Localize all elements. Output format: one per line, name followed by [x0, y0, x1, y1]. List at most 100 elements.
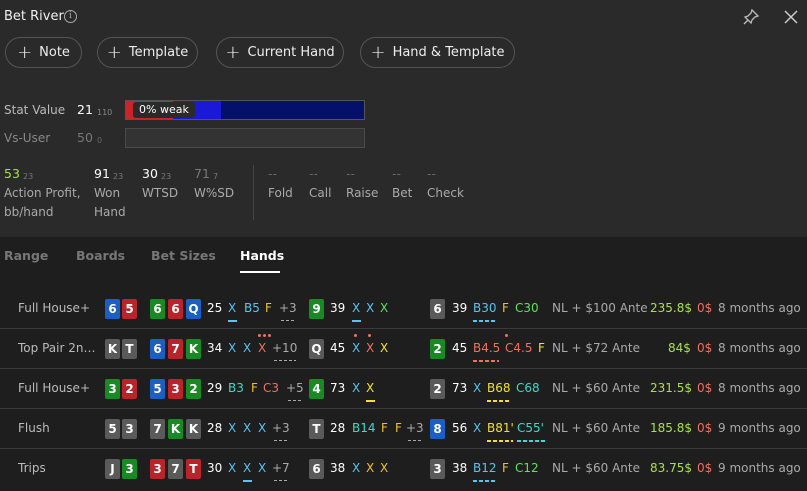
- action-fold-label: Fold: [268, 186, 293, 200]
- rake: 0$: [697, 341, 713, 355]
- turn-action: X: [352, 341, 361, 355]
- turn-action: X: [352, 301, 361, 315]
- river-action: C4.5: [505, 341, 533, 355]
- metric-won-hand-value: 91: [94, 166, 110, 181]
- hole-card: 3: [105, 379, 120, 399]
- game-type: NL + $60 Ante: [552, 461, 640, 475]
- river-card: 8: [430, 419, 445, 439]
- turn-card: T: [309, 419, 324, 439]
- river-action: F: [538, 341, 545, 355]
- river-card: 3: [430, 459, 445, 479]
- flop-card: 5: [150, 379, 165, 399]
- metric-won-hand-sample: 23: [113, 172, 124, 181]
- table-row[interactable]: Full House+ 3 2 5 3 2 29 B3 F C3 +5 4 73…: [0, 369, 807, 409]
- action-bet-label: Bet: [392, 186, 413, 200]
- river-action: B12: [473, 461, 497, 475]
- hand-time: 8 months ago: [718, 381, 801, 395]
- river-action: B81': [487, 421, 514, 435]
- add-hand-template-button[interactable]: + Hand & Template: [360, 37, 515, 68]
- turn-action: X: [352, 381, 361, 395]
- table-row[interactable]: Full House+ 6 5 6 6 Q 25 X B5 F +3 9 39 …: [0, 289, 807, 329]
- flop-pot: 25: [207, 301, 223, 315]
- river-action: B4.5: [473, 341, 501, 355]
- metrics-divider: [253, 165, 254, 220]
- flop-pot: 30: [207, 461, 223, 475]
- amount-won: 84$: [668, 341, 691, 355]
- stat-value-bar: 0% weak: [125, 100, 365, 120]
- add-current-hand-button[interactable]: + Current Hand: [216, 37, 344, 68]
- action-call-label: Call: [309, 186, 332, 200]
- amount-won: 185.8$: [650, 421, 692, 435]
- vs-user-value: 50: [77, 130, 93, 145]
- stat-bar-label: 0% weak: [133, 102, 195, 118]
- tab-range[interactable]: Range: [4, 248, 48, 263]
- hole-card: T: [122, 339, 137, 359]
- info-icon[interactable]: i: [64, 10, 77, 23]
- metric-wtsd-value: 30: [142, 166, 158, 181]
- table-row[interactable]: Trips J 3 3 7 T 30 X X X +7 6 38 X X X 3…: [0, 449, 807, 489]
- title-bar: Bet River i: [0, 0, 807, 34]
- river-action: B30: [473, 301, 497, 315]
- flop-pot: 29: [207, 381, 223, 395]
- flop-action: X: [228, 341, 237, 355]
- rake: 0$: [697, 381, 713, 395]
- flop-card: K: [186, 419, 201, 439]
- plus-icon: +: [370, 41, 386, 63]
- rake: 0$: [697, 301, 713, 315]
- river-action: X: [473, 421, 482, 435]
- river-action: B68: [487, 381, 511, 395]
- flop-action: X: [243, 461, 252, 475]
- action-check-value: --: [427, 166, 437, 181]
- hole-card: J: [105, 459, 120, 479]
- river-action: X: [473, 381, 482, 395]
- table-row[interactable]: Flush 5 3 7 K K 28 X X X +3 T 28 B14 F F…: [0, 409, 807, 449]
- flop-action: X: [228, 461, 237, 475]
- flop-action: X: [243, 421, 252, 435]
- table-row[interactable]: Top Pair 2nd... K T 6 7 K 34 X X X +10 Q…: [0, 329, 807, 369]
- hole-card: 5: [105, 419, 120, 439]
- close-icon[interactable]: [782, 8, 800, 26]
- plus-icon: +: [106, 41, 122, 63]
- flop-card: 7: [168, 339, 183, 359]
- flop-card: 3: [168, 379, 183, 399]
- river-action: F: [502, 301, 509, 315]
- river-card: 2: [430, 339, 445, 359]
- flop-pot: 34: [207, 341, 223, 355]
- hand-category: Flush: [18, 421, 50, 435]
- river-pot: 73: [452, 381, 468, 395]
- tab-bet-sizes[interactable]: Bet Sizes: [151, 248, 216, 263]
- turn-pot: 28: [330, 421, 346, 435]
- flop-card: 2: [186, 379, 201, 399]
- flop-card: T: [186, 459, 201, 479]
- flop-action: X: [258, 341, 267, 355]
- pin-icon[interactable]: [742, 8, 760, 26]
- game-type: NL + $60 Ante: [552, 381, 640, 395]
- metric-wtsd-label: WTSD: [142, 186, 179, 200]
- hand-category: Full House+: [18, 301, 90, 315]
- flop-action: X: [228, 421, 237, 435]
- turn-pot: 39: [330, 301, 346, 315]
- river-card: 6: [430, 299, 445, 319]
- flop-action: X: [258, 461, 267, 475]
- turn-players: +3: [406, 421, 424, 435]
- flop-action: B5: [244, 301, 260, 315]
- panel-title: Bet River: [4, 9, 64, 24]
- plus-icon: +: [225, 41, 241, 63]
- tab-hands[interactable]: Hands: [240, 248, 284, 263]
- amount-won: 231.5$: [650, 381, 692, 395]
- tab-boards[interactable]: Boards: [76, 248, 125, 263]
- flop-action: B3: [228, 381, 244, 395]
- flop-card: 7: [150, 419, 165, 439]
- flop-pot: 28: [207, 421, 223, 435]
- flop-players: +3: [279, 301, 297, 315]
- flop-action: C3: [263, 381, 280, 395]
- metric-won-hand-label: Won Hand: [94, 186, 126, 219]
- flop-card: K: [168, 419, 183, 439]
- flop-card: K: [186, 339, 201, 359]
- hole-card: K: [105, 339, 120, 359]
- turn-action: X: [380, 461, 389, 475]
- add-note-button[interactable]: + Note: [5, 37, 82, 68]
- add-template-button[interactable]: + Template: [97, 37, 198, 68]
- turn-card: 6: [309, 459, 324, 479]
- turn-action: X: [366, 301, 375, 315]
